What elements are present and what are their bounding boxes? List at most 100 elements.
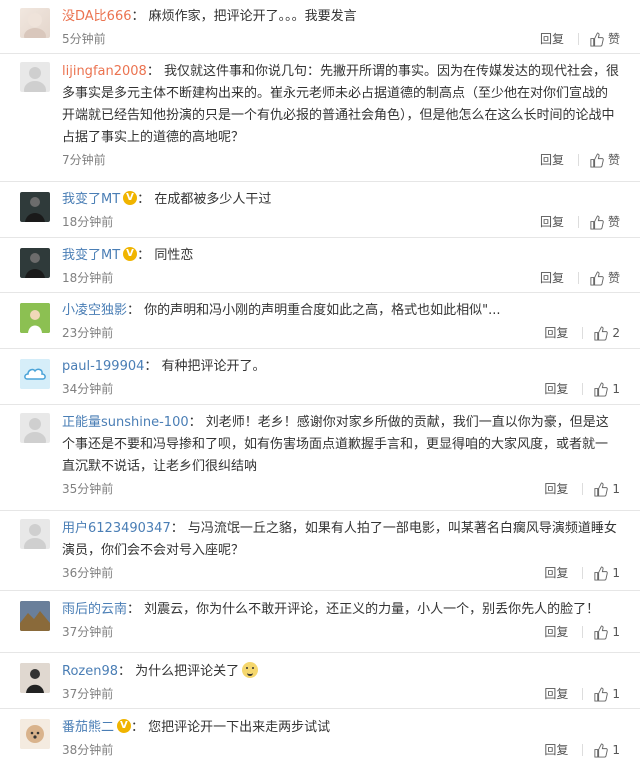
avatar[interactable] xyxy=(20,413,50,443)
reply-button[interactable]: 回复 xyxy=(544,478,568,500)
comment-time: 18分钟前 xyxy=(62,215,114,229)
username[interactable]: 没DA比666 xyxy=(62,9,132,24)
comment-time: 37分钟前 xyxy=(62,625,114,639)
comment-time: 5分钟前 xyxy=(62,32,106,46)
thumbs-up-icon xyxy=(594,481,609,497)
avatar[interactable] xyxy=(20,359,50,389)
like-count: 赞 xyxy=(607,32,620,46)
comment-text: 麻烦作家，把评论开了。。。我要发言 xyxy=(148,9,357,24)
thumbs-up-icon xyxy=(594,325,609,341)
reply-button[interactable]: 回复 xyxy=(540,149,564,171)
like-button[interactable]: 1 xyxy=(593,378,620,400)
reply-button[interactable]: 回复 xyxy=(540,267,564,289)
like-count: 1 xyxy=(612,625,620,639)
reply-button[interactable]: 回复 xyxy=(544,621,568,643)
comment-text: 你的声明和冯小刚的声明重合度如此之高，格式也如此相似"... xyxy=(144,303,501,318)
like-count: 赞 xyxy=(607,153,620,167)
divider xyxy=(577,272,579,284)
like-button[interactable]: 1 xyxy=(593,621,620,643)
comment-text: 为什么把评论关了 xyxy=(135,664,240,679)
comment-time: 7分钟前 xyxy=(62,153,106,167)
comment-item: 番茄熊二： 您把评论开一下出来走两步试试 38分钟前 回复 1 xyxy=(0,709,640,769)
like-button[interactable]: 1 xyxy=(593,562,620,584)
username[interactable]: lijingfan2008 xyxy=(62,64,147,79)
divider xyxy=(582,383,584,395)
divider xyxy=(582,688,584,700)
comment-item: Rozen98： 为什么把评论关了 37分钟前 回复 1 xyxy=(0,653,640,709)
divider xyxy=(577,33,579,45)
reply-button[interactable]: 回复 xyxy=(544,322,568,344)
avatar[interactable] xyxy=(20,192,50,222)
like-button[interactable]: 1 xyxy=(593,683,620,705)
comment-time: 23分钟前 xyxy=(62,326,114,340)
thumbs-up-icon xyxy=(590,31,604,47)
reply-button[interactable]: 回复 xyxy=(544,562,568,584)
divider xyxy=(582,483,584,495)
reply-button[interactable]: 回复 xyxy=(544,378,568,400)
comment-item: 小凌空独影： 你的声明和冯小刚的声明重合度如此之高，格式也如此相似"... 23… xyxy=(0,293,640,349)
thumbs-up-icon xyxy=(590,152,604,168)
comment-item: 正能量sunshine-100： 刘老师！老乡！感谢你对家乡所做的贡献，我们一直… xyxy=(0,405,640,511)
like-count: 1 xyxy=(612,482,620,496)
thumbs-up-icon xyxy=(594,686,609,702)
comment-item: 用户6123490347： 与冯流氓一丘之貉，如果有人拍了一部电影，叫某著名白瘸… xyxy=(0,511,640,591)
thumbs-up-icon xyxy=(594,381,609,397)
v-badge-icon xyxy=(123,243,138,265)
username[interactable]: Rozen98 xyxy=(62,664,118,679)
divider xyxy=(577,154,579,166)
avatar[interactable] xyxy=(20,519,50,549)
comment-time: 38分钟前 xyxy=(62,743,114,757)
v-badge-icon xyxy=(123,187,138,209)
divider xyxy=(577,216,579,228)
comment-item: 我变了MT： 在成都被多少人干过 18分钟前 回复 赞 xyxy=(0,182,640,238)
thumbs-up-icon xyxy=(594,742,609,758)
avatar[interactable] xyxy=(20,303,50,333)
like-button[interactable]: 赞 xyxy=(589,149,620,171)
username[interactable]: 番茄熊二 xyxy=(62,720,114,735)
like-button[interactable]: 1 xyxy=(593,739,620,761)
avatar[interactable] xyxy=(20,8,50,38)
thumbs-up-icon xyxy=(590,270,604,286)
avatar[interactable] xyxy=(20,248,50,278)
like-button[interactable]: 赞 xyxy=(589,28,620,50)
comment-time: 18分钟前 xyxy=(62,271,114,285)
reply-button[interactable]: 回复 xyxy=(540,211,564,233)
comment-text: 在成都被多少人干过 xyxy=(154,192,272,207)
username[interactable]: 我变了MT xyxy=(62,192,120,207)
like-button[interactable]: 2 xyxy=(593,322,620,344)
comment-text: 同性恋 xyxy=(154,248,194,263)
thumbs-up-icon xyxy=(590,214,604,230)
like-count: 1 xyxy=(612,743,620,757)
comment-item: 没DA比666： 麻烦作家，把评论开了。。。我要发言 5分钟前 回复 赞 xyxy=(0,0,640,54)
username[interactable]: 用户6123490347 xyxy=(62,521,171,536)
like-button[interactable]: 赞 xyxy=(589,267,620,289)
avatar[interactable] xyxy=(20,62,50,92)
like-count: 2 xyxy=(612,326,620,340)
comment-text: 有种把评论开了。 xyxy=(161,359,266,374)
reply-button[interactable]: 回复 xyxy=(544,683,568,705)
thumbs-up-icon xyxy=(594,565,609,581)
username[interactable]: 正能量sunshine-100 xyxy=(62,415,189,430)
avatar[interactable] xyxy=(20,663,50,693)
divider xyxy=(582,327,584,339)
comment-time: 34分钟前 xyxy=(62,382,114,396)
username[interactable]: 小凌空独影 xyxy=(62,303,127,318)
reply-button[interactable]: 回复 xyxy=(540,28,564,50)
avatar[interactable] xyxy=(20,719,50,749)
divider xyxy=(582,626,584,638)
comment-time: 37分钟前 xyxy=(62,687,114,701)
comment-time: 36分钟前 xyxy=(62,566,114,580)
like-button[interactable]: 1 xyxy=(593,478,620,500)
username[interactable]: paul-199904 xyxy=(62,359,144,374)
avatar[interactable] xyxy=(20,601,50,631)
reply-button[interactable]: 回复 xyxy=(544,739,568,761)
comment-text: 您把评论开一下出来走两步试试 xyxy=(148,720,331,735)
comment-item: 雨后的云南： 刘震云，你为什么不敢开评论，还正义的力量，小人一个，别丢你先人的脸… xyxy=(0,591,640,653)
username[interactable]: 我变了MT xyxy=(62,248,120,263)
divider xyxy=(582,744,584,756)
like-button[interactable]: 赞 xyxy=(589,211,620,233)
comment-item: lijingfan2008： 我仅就这件事和你说几句：先撇开所谓的事实。因为在传… xyxy=(0,54,640,182)
smile-emoji-icon xyxy=(242,662,259,678)
username[interactable]: 雨后的云南 xyxy=(62,602,127,617)
comment-item: 我变了MT： 同性恋 18分钟前 回复 赞 xyxy=(0,238,640,293)
